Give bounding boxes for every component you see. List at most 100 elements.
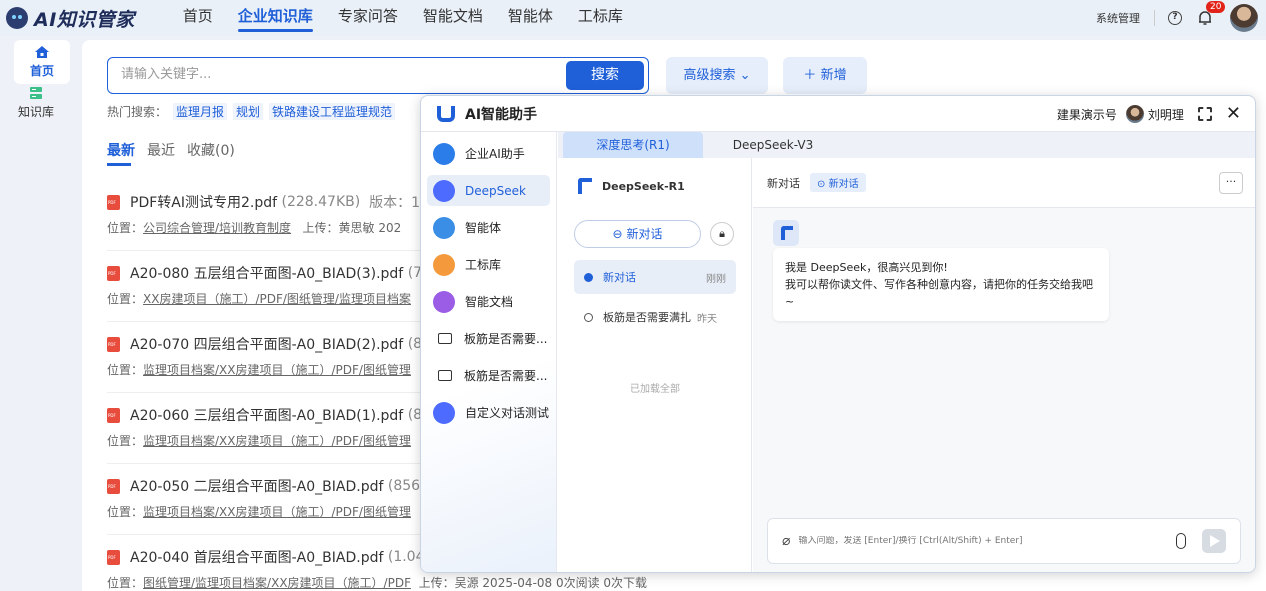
send-button[interactable] [1202, 529, 1227, 553]
chat-icon [438, 370, 452, 381]
search-input[interactable] [121, 58, 561, 91]
deepseek-logo-icon [578, 178, 592, 194]
agent-item-custom-test[interactable]: 自定义对话测试 [427, 397, 550, 428]
agent-item-smart-docs[interactable]: 智能文档 [427, 286, 550, 317]
agent-item-standards[interactable]: 工标库 [427, 249, 550, 280]
file-location[interactable]: XX房建项目（施工）/PDF/图纸管理/监理项目档案 [143, 292, 411, 306]
nav-item-standards[interactable]: 工标库 [578, 0, 623, 36]
more-options-button[interactable]: ··· [1219, 172, 1243, 194]
file-location[interactable]: 监理项目档案/XX房建项目（施工）/PDF/图纸管理 [143, 505, 411, 519]
file-meta-tail: 上传：吴源 2025-04-08 0次阅读 0次下载 [418, 576, 648, 590]
sidebar-item-home[interactable]: 首页 [14, 40, 70, 84]
agent-item-deepseek[interactable]: DeepSeek [427, 175, 550, 206]
hot-tag[interactable]: 监理月报 [173, 103, 228, 120]
advanced-search-label: 高级搜索 [683, 68, 736, 83]
agent-label: 工标库 [465, 258, 502, 272]
file-location[interactable]: 监理项目档案/XX房建项目（施工）/PDF/图纸管理 [143, 434, 411, 448]
nav-item-enterprise-kb[interactable]: 企业知识库 [237, 0, 313, 36]
nav-item-home[interactable]: 首页 [183, 0, 213, 36]
pdf-icon [107, 478, 120, 494]
sidebar-item-knowledge-base[interactable]: 知识库 [8, 86, 64, 125]
conversation-item[interactable]: 新对话 刚刚 [574, 260, 736, 294]
new-chat-label: 新对话 [626, 227, 663, 241]
conversation-title: 新对话 [603, 271, 636, 284]
agent-item-enterprise-ai[interactable]: 企业AI助手 [427, 138, 550, 169]
pdf-icon [107, 549, 120, 565]
add-button[interactable]: ＋ 新增 [783, 57, 867, 94]
search-box: 搜索 [107, 57, 649, 94]
avatar [1125, 105, 1144, 123]
model-tabs: 深度思考(R1) DeepSeek-V3 [558, 132, 1255, 158]
file-name[interactable]: PDF转AI测试专用2.pdf [130, 192, 277, 212]
list-tabs: 最新 最近 收藏(0) [107, 140, 247, 166]
new-chat-button[interactable]: ⊖ 新对话 [574, 220, 701, 248]
hot-tag[interactable]: 规划 [233, 103, 264, 120]
sidebar-label-knowledge-base: 知识库 [17, 105, 54, 119]
nav-item-agents[interactable]: 智能体 [508, 0, 553, 36]
paperclip-icon[interactable]: ⌀ [782, 533, 790, 549]
agent-label: 自定义对话测试 [465, 406, 550, 420]
chat-bubble-icon: ⊖ [612, 227, 623, 241]
tab-recent[interactable]: 最近 [147, 140, 175, 166]
file-location[interactable]: 公司综合管理/培训教育制度 [143, 221, 291, 235]
file-location-label: 位置： [107, 221, 144, 235]
tab-deepseek-v3[interactable]: DeepSeek-V3 [703, 132, 843, 158]
account-name: 建果演示号 [1056, 107, 1117, 122]
user-avatar[interactable] [1230, 4, 1258, 32]
model-title: DeepSeek-R1 [578, 178, 685, 194]
pdf-icon [107, 194, 120, 210]
chat-icon [438, 333, 452, 344]
file-location[interactable]: 监理项目档案/XX房建项目（施工）/PDF/图纸管理 [143, 363, 411, 377]
sidebar-label-home: 首页 [29, 64, 54, 78]
nav-item-smart-docs[interactable]: 智能文档 [423, 0, 483, 36]
file-name[interactable]: A20-050 二层组合平面图-A0_BIAD.pdf [130, 476, 383, 496]
dialog-header-tools: 建果演示号 刘明理 ✕ [1057, 96, 1241, 132]
database-icon [30, 87, 42, 99]
whale-icon [433, 179, 455, 202]
top-navigation-bar: AI知识管家 首页 企业知识库 专家问答 智能文档 智能体 工标库 系统管理 ?… [0, 0, 1266, 36]
agent-label: DeepSeek [465, 183, 526, 198]
close-icon[interactable]: ✕ [1226, 105, 1241, 123]
tab-favorites[interactable]: 收藏(0) [187, 140, 235, 166]
file-location-label: 位置： [107, 434, 144, 448]
file-name[interactable]: A20-040 首层组合平面图-A0_BIAD.pdf [130, 547, 383, 567]
advanced-search-button[interactable]: 高级搜索 ⌄ [666, 57, 768, 94]
file-name[interactable]: A20-070 四层组合平面图-A0_BIAD(2).pdf [130, 334, 403, 354]
agent-item-chat[interactable]: 板筋是否需要... [427, 360, 550, 391]
dialog-title: AI智能助手 [465, 106, 538, 123]
lock-icon[interactable]: 🔒︎ [710, 222, 734, 246]
tab-deep-thinking[interactable]: 深度思考(R1) [563, 132, 703, 158]
app-logo[interactable]: AI知识管家 [6, 5, 135, 32]
file-meta-tail: 上传：黄思敏 202 [302, 221, 402, 235]
message-line: 我是 DeepSeek，很高兴见到你! [785, 261, 948, 274]
fullscreen-icon[interactable] [1197, 107, 1212, 121]
nav-item-expert-qa[interactable]: 专家问答 [338, 0, 398, 36]
agent-sidebar: 企业AI助手 DeepSeek 智能体 工标库 智能文档 板筋是否需要... 板… [421, 132, 557, 572]
conversation-panel: 深度思考(R1) DeepSeek-V3 DeepSeek-R1 ⊖ 新对话 🔒… [558, 132, 1255, 572]
chat-input[interactable] [798, 536, 1169, 546]
bell-icon[interactable]: 20 [1198, 1, 1226, 26]
hot-search: 热门搜索： 监理月报 规划 铁路建设工程监理规范 [107, 103, 396, 120]
agent-item-chat[interactable]: 板筋是否需要... [427, 323, 550, 354]
conversation-item[interactable]: 板筋是否需要满扎 昨天 [574, 300, 736, 334]
microphone-icon[interactable] [1176, 533, 1187, 549]
agent-label: 板筋是否需要... [464, 369, 548, 383]
agent-item-agents[interactable]: 智能体 [427, 212, 550, 243]
tab-latest[interactable]: 最新 [107, 140, 135, 166]
file-location-label: 位置： [107, 292, 144, 306]
system-admin-link[interactable]: 系统管理 [1096, 10, 1155, 26]
file-name[interactable]: A20-060 三层组合平面图-A0_BIAD(1).pdf [130, 405, 403, 425]
hot-search-label: 热门搜索： [107, 105, 168, 119]
file-size: (228.47KB) [281, 194, 361, 210]
file-location[interactable]: 图纸管理/监理项目档案/XX房建项目（施工）/PDF [143, 576, 411, 590]
agent-label: 智能体 [465, 221, 502, 235]
hot-tag[interactable]: 铁路建设工程监理规范 [269, 103, 396, 120]
new-chat-tag[interactable]: ⊙ 新对话 [810, 173, 866, 192]
message-line: 我可以帮你读文件、写作各种创意内容，请把你的任务交给我吧~ [785, 278, 1093, 308]
search-button[interactable]: 搜索 [566, 61, 644, 90]
assistant-logo-icon [437, 105, 455, 122]
help-icon[interactable]: ? [1168, 11, 1182, 25]
chat-title: 新对话 [767, 176, 800, 190]
conversation-time: 刚刚 [706, 273, 726, 285]
file-name[interactable]: A20-080 五层组合平面图-A0_BIAD(3).pdf [130, 263, 403, 283]
